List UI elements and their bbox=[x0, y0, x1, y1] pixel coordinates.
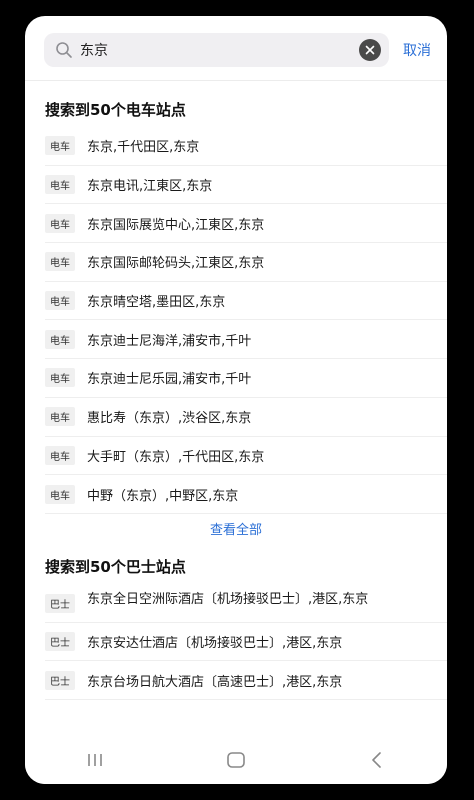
list-item[interactable]: 电车 东京晴空塔,墨田区,东京 bbox=[45, 282, 447, 321]
type-badge: 巴士 bbox=[45, 670, 75, 690]
type-badge: 电车 bbox=[45, 484, 75, 504]
search-icon bbox=[54, 40, 74, 60]
search-bar: 取消 bbox=[44, 32, 433, 68]
cancel-button[interactable]: 取消 bbox=[403, 40, 431, 60]
list-item[interactable]: 电车 东京国际展览中心,江東区,东京 bbox=[45, 204, 447, 244]
station-label: 东京迪士尼乐园,浦安市,千叶 bbox=[87, 372, 252, 388]
clear-icon[interactable] bbox=[359, 39, 381, 61]
list-item[interactable]: 电车 东京迪士尼海洋,浦安市,千叶 bbox=[45, 320, 447, 360]
list-item[interactable]: 电车 中野（东京）,中野区,东京 bbox=[45, 475, 447, 514]
back-icon[interactable] bbox=[357, 746, 397, 774]
station-label: 中野（东京）,中野区,东京 bbox=[87, 488, 239, 504]
list-item[interactable]: 电车 东京电讯,江東区,东京 bbox=[45, 166, 447, 205]
list-item[interactable]: 巴士 东京台场日航大酒店〔高速巴士〕,港区,东京 bbox=[45, 661, 447, 700]
list-item[interactable]: 巴士 东京全日空洲际酒店〔机场接驳巴士〕,港区,东京 bbox=[45, 584, 447, 623]
system-nav-bar bbox=[25, 736, 447, 784]
bus-section-title: 搜索到50个巴士站点 bbox=[45, 557, 186, 576]
type-badge: 电车 bbox=[45, 329, 75, 349]
type-badge: 电车 bbox=[45, 136, 75, 156]
station-label: 东京国际邮轮码头,江東区,东京 bbox=[87, 256, 265, 272]
recents-icon[interactable] bbox=[75, 746, 115, 774]
type-badge: 巴士 bbox=[45, 593, 75, 613]
train-section-title: 搜索到50个电车站点 bbox=[45, 101, 186, 119]
list-item[interactable]: 电车 东京迪士尼乐园,浦安市,千叶 bbox=[45, 359, 447, 398]
type-badge: 电车 bbox=[45, 407, 75, 427]
station-label: 东京,千代田区,东京 bbox=[87, 140, 200, 156]
station-label: 东京电讯,江東区,东京 bbox=[87, 179, 213, 195]
station-label: 惠比寿（东京）,渋谷区,东京 bbox=[87, 411, 252, 427]
home-icon[interactable] bbox=[216, 746, 256, 774]
type-badge: 电车 bbox=[45, 291, 75, 311]
list-item[interactable]: 电车 惠比寿（东京）,渋谷区,东京 bbox=[45, 398, 447, 437]
type-badge: 电车 bbox=[45, 213, 75, 233]
list-item[interactable]: 电车 东京,千代田区,东京 bbox=[45, 127, 447, 166]
type-badge: 电车 bbox=[45, 175, 75, 195]
phone-screen: 取消 搜索到50个电车站点 电车 东京,千代田区,东京 电车 东京电讯,江東区,… bbox=[25, 16, 447, 784]
list-item[interactable]: 巴士 东京安达仕酒店〔机场接驳巴士〕,港区,东京 bbox=[45, 623, 447, 662]
station-label: 东京台场日航大酒店〔高速巴士〕,港区,东京 bbox=[87, 674, 343, 690]
station-label: 大手町（东京）,千代田区,东京 bbox=[87, 449, 265, 465]
search-box[interactable] bbox=[44, 33, 389, 67]
results-list[interactable]: 搜索到50个电车站点 电车 东京,千代田区,东京 电车 东京电讯,江東区,东京 … bbox=[25, 80, 447, 736]
list-item[interactable]: 电车 东京国际邮轮码头,江東区,东京 bbox=[45, 243, 447, 282]
station-label: 东京国际展览中心,江東区,东京 bbox=[87, 217, 265, 233]
search-input[interactable] bbox=[80, 42, 359, 58]
station-label: 东京晴空塔,墨田区,东京 bbox=[87, 295, 226, 311]
type-badge: 电车 bbox=[45, 368, 75, 388]
station-label: 东京全日空洲际酒店〔机场接驳巴士〕,港区,东京 bbox=[87, 591, 369, 607]
type-badge: 电车 bbox=[45, 252, 75, 272]
view-all-link[interactable]: 查看全部 bbox=[25, 514, 447, 548]
type-badge: 电车 bbox=[45, 445, 75, 465]
station-label: 东京迪士尼海洋,浦安市,千叶 bbox=[87, 333, 252, 349]
list-item[interactable]: 电车 大手町（东京）,千代田区,东京 bbox=[45, 437, 447, 476]
station-label: 东京安达仕酒店〔机场接驳巴士〕,港区,东京 bbox=[87, 635, 343, 651]
type-badge: 巴士 bbox=[45, 631, 75, 651]
